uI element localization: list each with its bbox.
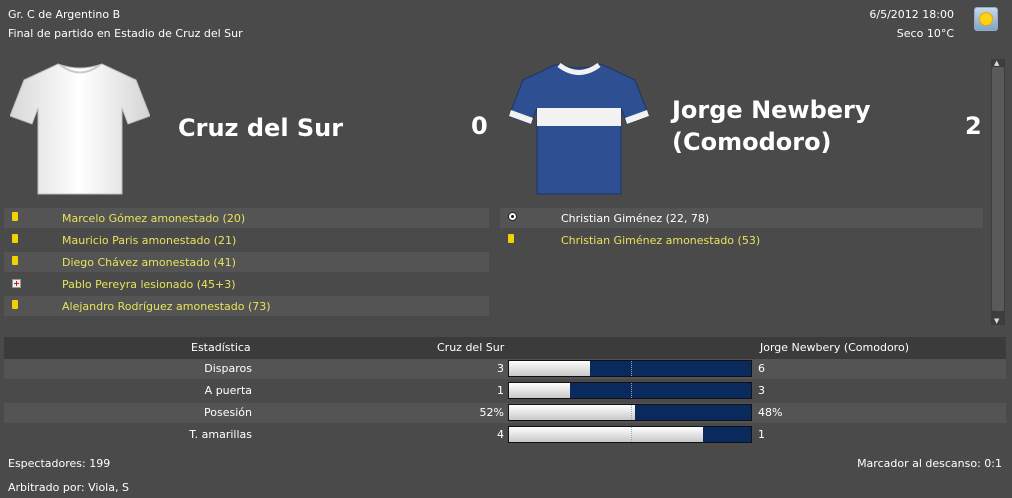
referee-label: Arbitrado por: Viola, S: [8, 481, 129, 494]
event-row: + Pablo Pereyra lesionado (45+3): [4, 274, 489, 294]
scrollbar-thumb[interactable]: [992, 67, 1004, 311]
events-scrollbar[interactable]: ▲ ▼: [991, 59, 1005, 325]
stat-label: Disparos: [204, 362, 252, 375]
stat-label: Posesión: [204, 406, 252, 419]
stat-away-value: 3: [758, 384, 765, 397]
stat-bar-midline: [631, 405, 632, 420]
away-team-name: Jorge Newbery (Comodoro): [672, 94, 871, 158]
event-row: Mauricio Paris amonestado (21): [4, 230, 489, 250]
away-score: 2: [965, 112, 982, 140]
stat-bar: [508, 404, 752, 421]
stat-row: Disparos 3 6: [4, 359, 1006, 379]
event-row: Christian Giménez amonestado (53): [500, 230, 983, 250]
stats-away-label: Jorge Newbery (Comodoro): [760, 341, 909, 354]
event-text: Alejandro Rodríguez amonestado (73): [62, 300, 271, 313]
yellow-card-icon: [12, 300, 18, 309]
stat-row: A puerta 1 3: [4, 381, 1006, 401]
stat-row: T. amarillas 4 1: [4, 425, 1006, 445]
event-text: Christian Giménez (22, 78): [561, 212, 710, 225]
away-team-name-line1: Jorge Newbery: [672, 96, 871, 124]
goal-ball-icon: [508, 212, 517, 221]
competition-label: Gr. C de Argentino B: [8, 8, 121, 21]
match-subtitle: Final de partido en Estadio de Cruz del …: [8, 27, 243, 40]
stat-home-value: 1: [497, 384, 504, 397]
stat-bar: [508, 360, 752, 377]
stat-away-value: 1: [758, 428, 765, 441]
scroll-up-arrow-icon[interactable]: ▲: [994, 59, 999, 67]
stat-bar: [508, 382, 752, 399]
stats-header-label: Estadística: [191, 341, 251, 354]
weather-label: Seco 10°C: [896, 27, 954, 40]
away-shirt-icon: [509, 62, 649, 195]
yellow-card-icon: [12, 234, 18, 243]
stats-home-label: Cruz del Sur: [437, 341, 505, 354]
stat-away-value: 6: [758, 362, 765, 375]
stat-bar-midline: [631, 383, 632, 398]
stat-away-value: 48%: [758, 406, 783, 419]
event-row: Alejandro Rodríguez amonestado (73): [4, 296, 489, 316]
yellow-card-icon: [508, 234, 514, 243]
home-shirt-icon: [10, 63, 150, 195]
event-row: Diego Chávez amonestado (41): [4, 252, 489, 272]
stat-label: A puerta: [204, 384, 252, 397]
away-team-name-line2: (Comodoro): [672, 128, 832, 156]
event-text: Mauricio Paris amonestado (21): [62, 234, 237, 247]
halftime-score-label: Marcador al descanso: 0:1: [857, 457, 1002, 470]
event-row: Christian Giménez (22, 78): [500, 208, 983, 228]
spectators-label: Espectadores: 199: [8, 457, 111, 470]
event-text: Marcelo Gómez amonestado (20): [62, 212, 246, 225]
stat-bar: [508, 426, 752, 443]
match-datetime: 6/5/2012 18:00: [869, 8, 954, 21]
yellow-card-icon: [12, 256, 18, 265]
stat-bar-midline: [631, 361, 632, 376]
yellow-card-icon: [12, 212, 18, 221]
stat-row: Posesión 52% 48%: [4, 403, 1006, 423]
injury-icon: +: [12, 279, 21, 288]
stat-bar-home-fill: [509, 383, 570, 398]
event-row: Marcelo Gómez amonestado (20): [4, 208, 489, 228]
home-score: 0: [471, 112, 488, 140]
stat-home-value: 52%: [479, 406, 504, 419]
event-text: Christian Giménez amonestado (53): [561, 234, 761, 247]
stat-home-value: 3: [497, 362, 504, 375]
event-text: Diego Chávez amonestado (41): [62, 256, 236, 269]
stat-bar-home-fill: [509, 427, 703, 442]
stat-home-value: 4: [497, 428, 504, 441]
stat-bar-home-fill: [509, 361, 590, 376]
stats-header: Estadística Cruz del Sur Jorge Newbery (…: [4, 337, 1006, 359]
stat-bar-home-fill: [509, 405, 635, 420]
sunny-icon: [974, 7, 998, 31]
scroll-down-arrow-icon[interactable]: ▼: [994, 317, 999, 325]
event-text: Pablo Pereyra lesionado (45+3): [62, 278, 236, 291]
home-team-name: Cruz del Sur: [178, 114, 344, 142]
stat-bar-midline: [631, 427, 632, 442]
stat-label: T. amarillas: [189, 428, 252, 441]
